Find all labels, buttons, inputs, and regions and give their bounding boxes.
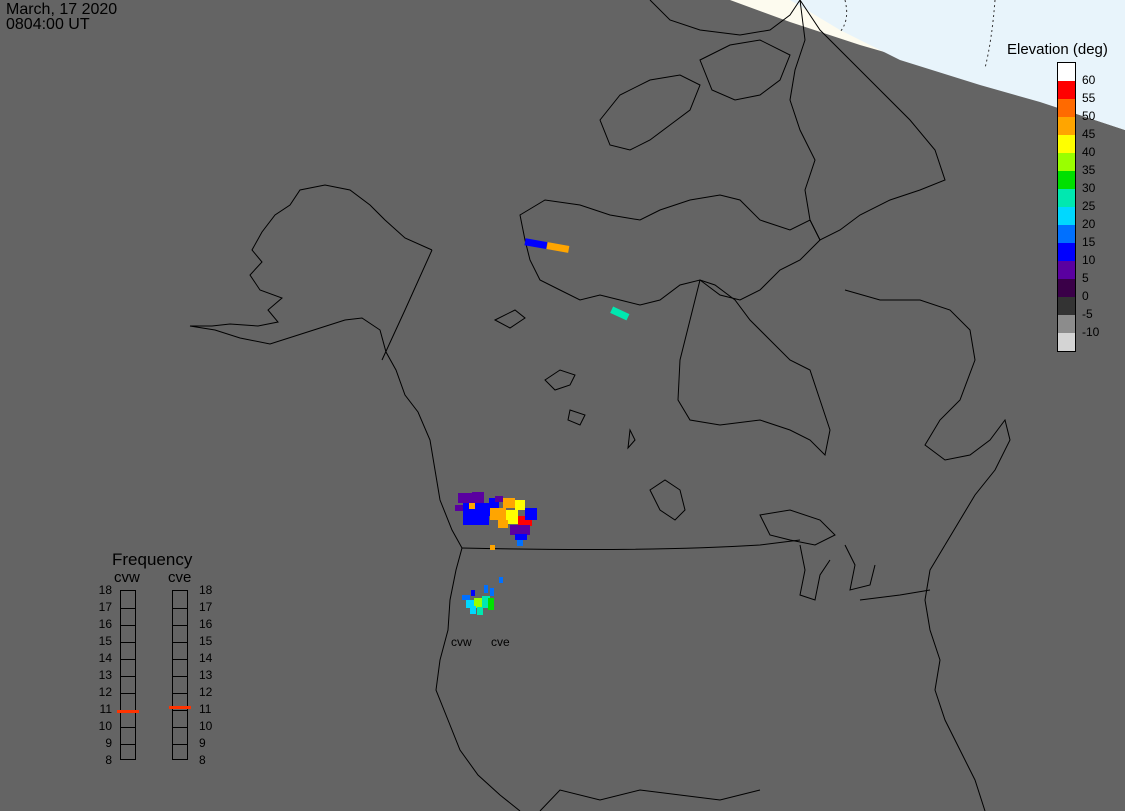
legend-swatch xyxy=(1058,243,1075,261)
echo-pixel xyxy=(471,590,475,596)
echo-pixel xyxy=(488,598,494,610)
legend-label: 5 xyxy=(1082,271,1089,285)
frequency-tick-label: 13 xyxy=(98,668,112,682)
legend-label: 20 xyxy=(1082,217,1096,231)
echo-pixel xyxy=(515,500,525,510)
echo-pixel xyxy=(503,498,515,508)
frequency-tick-label: 17 xyxy=(98,600,112,614)
legend-label: 35 xyxy=(1082,163,1096,177)
legend-swatch xyxy=(1058,279,1075,297)
legend-label: 55 xyxy=(1082,91,1096,105)
legend-swatch xyxy=(1058,297,1075,315)
echo-pixel xyxy=(524,238,548,250)
legend-label: 60 xyxy=(1082,73,1096,87)
legend-swatch xyxy=(1058,333,1075,351)
frequency-tick-label: 8 xyxy=(199,753,206,767)
legend-swatch xyxy=(1058,261,1075,279)
legend-swatch xyxy=(1058,189,1075,207)
echo-pixel xyxy=(517,540,523,546)
frequency-tick-label: 16 xyxy=(98,617,112,631)
legend-label: 10 xyxy=(1082,253,1096,267)
echo-pixel xyxy=(455,505,463,511)
echo-pixel xyxy=(490,545,495,550)
legend-swatch xyxy=(1058,171,1075,189)
map-canvas xyxy=(189,0,1125,811)
elevation-color-bar xyxy=(1057,62,1076,352)
frequency-title: Frequency xyxy=(112,550,193,569)
echo-pixel xyxy=(510,525,530,535)
frequency-tick-label: 14 xyxy=(98,651,112,665)
legend-swatch xyxy=(1058,63,1075,81)
echo-pixel xyxy=(484,585,488,593)
frequency-tick-label: 18 xyxy=(98,583,112,597)
echo-pixel xyxy=(458,493,472,503)
legend-label: 15 xyxy=(1082,235,1096,249)
frequency-tick-label: 10 xyxy=(199,719,213,733)
echo-pixel xyxy=(515,534,527,540)
frequency-tick-label: 12 xyxy=(98,685,112,699)
echo-pixel xyxy=(462,595,470,600)
echo-pixel xyxy=(546,242,570,253)
legend-swatch xyxy=(1058,135,1075,153)
legend-swatch xyxy=(1058,117,1075,135)
frequency-tick-label: 8 xyxy=(105,753,112,767)
echo-cluster-near xyxy=(462,585,494,615)
legend-label: 40 xyxy=(1082,145,1096,159)
legend-swatch xyxy=(1058,81,1075,99)
echo-pixel xyxy=(610,306,630,321)
echo-cluster-main xyxy=(455,492,537,583)
frequency-indicator xyxy=(117,709,139,713)
legend-label: 0 xyxy=(1082,289,1089,303)
echo-pixel xyxy=(477,607,483,615)
site-label-cve: cve xyxy=(491,635,510,649)
echo-pixel xyxy=(469,503,475,509)
legend-title: Elevation (deg) xyxy=(1007,41,1108,58)
echo-pixel xyxy=(472,492,484,504)
legend-label: -5 xyxy=(1082,307,1093,321)
frequency-indicator xyxy=(169,706,191,710)
echo-pixel xyxy=(463,503,489,525)
echo-pixel xyxy=(495,496,503,502)
site-label-cvw: cvw xyxy=(451,635,472,649)
time-label: 0804:00 UT xyxy=(6,16,90,33)
echo-pixel xyxy=(490,588,494,596)
frequency-tick-label: 18 xyxy=(199,583,213,597)
frequency-tick-label: 11 xyxy=(199,702,212,716)
echo-pixel xyxy=(525,508,537,520)
legend-swatch xyxy=(1058,207,1075,225)
frequency-tick-label: 15 xyxy=(98,634,112,648)
legend-swatch xyxy=(1058,315,1075,333)
radar-label-cvw: cvw xyxy=(114,569,140,586)
legend-swatch xyxy=(1058,99,1075,117)
echo-pixel xyxy=(490,508,506,520)
frequency-scale-cve xyxy=(172,590,188,760)
coastlines xyxy=(189,0,1011,811)
frequency-tick-label: 17 xyxy=(199,600,213,614)
frequency-tick-label: 12 xyxy=(199,685,213,699)
legend-label: 50 xyxy=(1082,109,1096,123)
frequency-tick-label: 10 xyxy=(98,719,112,733)
frequency-tick-label: 11 xyxy=(99,702,112,716)
frequency-scale-cvw xyxy=(120,590,136,760)
frequency-tick-label: 9 xyxy=(105,736,112,750)
radar-label-cve: cve xyxy=(168,569,192,586)
legend-label: -10 xyxy=(1082,325,1100,339)
legend-swatch xyxy=(1058,225,1075,243)
legend-label: 25 xyxy=(1082,199,1096,213)
frequency-tick-label: 15 xyxy=(199,634,213,648)
legend-swatch xyxy=(1058,153,1075,171)
frequency-tick-label: 13 xyxy=(199,668,213,682)
legend-label: 30 xyxy=(1082,181,1096,195)
frequency-tick-label: 9 xyxy=(199,736,206,750)
legend-label: 45 xyxy=(1082,127,1096,141)
echo-pixel xyxy=(499,577,503,583)
frequency-tick-label: 14 xyxy=(199,651,213,665)
echo-pixel xyxy=(498,520,508,528)
frequency-tick-label: 16 xyxy=(199,617,213,631)
echo-pixel xyxy=(470,606,476,614)
